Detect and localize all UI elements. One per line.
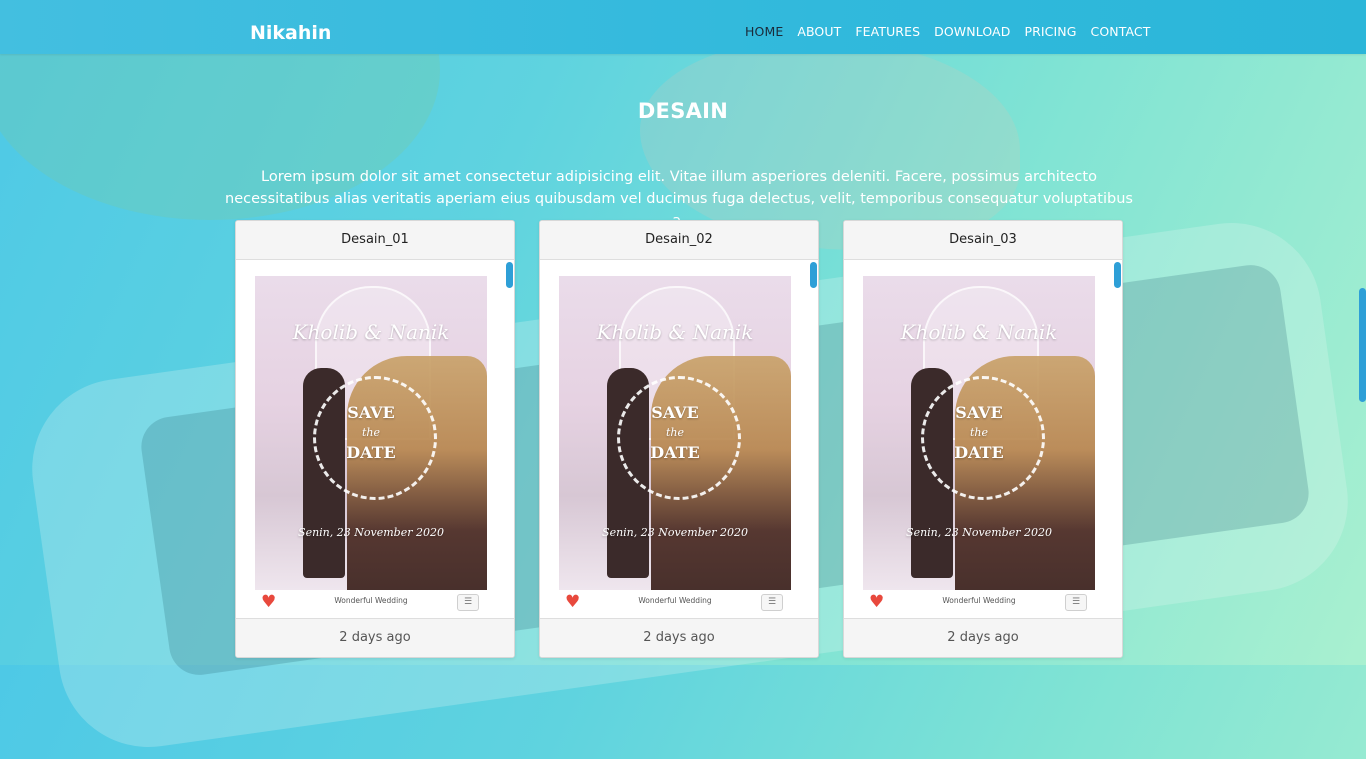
preview-label: Wonderful Wedding: [942, 596, 1016, 605]
design-card: Desain_03 Kholib & Nanik SAVE the DATE S…: [843, 220, 1123, 658]
design-preview-image[interactable]: Kholib & Nanik SAVE the DATE Senin, 23 N…: [559, 276, 791, 590]
card-footer-time: 2 days ago: [844, 618, 1122, 657]
preview-save-the-date: SAVE the DATE: [255, 402, 487, 464]
preview-save: SAVE: [651, 403, 699, 422]
nav-home[interactable]: HOME: [745, 24, 783, 39]
card-body[interactable]: Kholib & Nanik SAVE the DATE Senin, 23 N…: [540, 260, 818, 617]
nav-download[interactable]: DOWNLOAD: [934, 24, 1010, 39]
card-scrollbar[interactable]: [1112, 260, 1122, 617]
preview-names: Kholib & Nanik: [292, 320, 450, 344]
preview-footer: ♥ Wonderful Wedding ☰: [255, 590, 487, 614]
nav-about[interactable]: ABOUT: [797, 24, 841, 39]
page-scrollbar-thumb[interactable]: [1359, 288, 1366, 402]
card-body[interactable]: Kholib & Nanik SAVE the DATE Senin, 23 N…: [236, 260, 514, 617]
menu-icon[interactable]: ☰: [1065, 594, 1087, 611]
preview-save: SAVE: [955, 403, 1003, 422]
nav-features[interactable]: FEATURES: [855, 24, 920, 39]
preview-footer: ♥ Wonderful Wedding ☰: [863, 590, 1095, 614]
brand-logo[interactable]: Nikahin: [250, 22, 331, 44]
card-scrollbar-thumb[interactable]: [1114, 262, 1121, 288]
card-scrollbar[interactable]: [808, 260, 818, 617]
preview-date: Senin, 23 November 2020: [602, 526, 748, 539]
card-scrollbar[interactable]: [504, 260, 514, 617]
preview-save-the-date: SAVE the DATE: [863, 402, 1095, 464]
design-card: Desain_02 Kholib & Nanik SAVE the DATE S…: [539, 220, 819, 658]
navbar: Nikahin HOME ABOUT FEATURES DOWNLOAD PRI…: [0, 0, 1366, 54]
preview-label: Wonderful Wedding: [334, 596, 408, 605]
card-footer-time: 2 days ago: [540, 618, 818, 657]
preview-date: Senin, 23 November 2020: [298, 526, 444, 539]
preview-label: Wonderful Wedding: [638, 596, 712, 605]
card-title: Desain_02: [540, 221, 818, 260]
lead-line-1: Lorem ipsum dolor sit amet consectetur a…: [261, 169, 1097, 185]
preview-save-the-date: SAVE the DATE: [559, 402, 791, 464]
card-title: Desain_01: [236, 221, 514, 260]
preview-save: SAVE: [347, 403, 395, 422]
card-footer-time: 2 days ago: [236, 618, 514, 657]
design-card: Desain_01 Kholib & Nanik SAVE the DATE S…: [235, 220, 515, 658]
card-scrollbar-thumb[interactable]: [506, 262, 513, 288]
preview-date-word: DATE: [650, 443, 700, 462]
section-title: DESAIN: [637, 99, 729, 123]
card-body[interactable]: Kholib & Nanik SAVE the DATE Senin, 23 N…: [844, 260, 1122, 617]
preview-the: the: [969, 426, 988, 439]
design-preview-image[interactable]: Kholib & Nanik SAVE the DATE Senin, 23 N…: [863, 276, 1095, 590]
preview-names: Kholib & Nanik: [900, 320, 1058, 344]
preview-date-word: DATE: [346, 443, 396, 462]
main-nav: HOME ABOUT FEATURES DOWNLOAD PRICING CON…: [745, 24, 1150, 39]
preview-the: the: [665, 426, 684, 439]
menu-icon[interactable]: ☰: [457, 594, 479, 611]
preview-names: Kholib & Nanik: [596, 320, 754, 344]
nav-pricing[interactable]: PRICING: [1024, 24, 1076, 39]
menu-icon[interactable]: ☰: [761, 594, 783, 611]
preview-the: the: [361, 426, 380, 439]
design-preview-image[interactable]: Kholib & Nanik SAVE the DATE Senin, 23 N…: [255, 276, 487, 590]
card-title: Desain_03: [844, 221, 1122, 260]
preview-footer: ♥ Wonderful Wedding ☰: [559, 590, 791, 614]
nav-contact[interactable]: CONTACT: [1091, 24, 1151, 39]
preview-date-word: DATE: [954, 443, 1004, 462]
card-scrollbar-thumb[interactable]: [810, 262, 817, 288]
preview-date: Senin, 23 November 2020: [906, 526, 1052, 539]
